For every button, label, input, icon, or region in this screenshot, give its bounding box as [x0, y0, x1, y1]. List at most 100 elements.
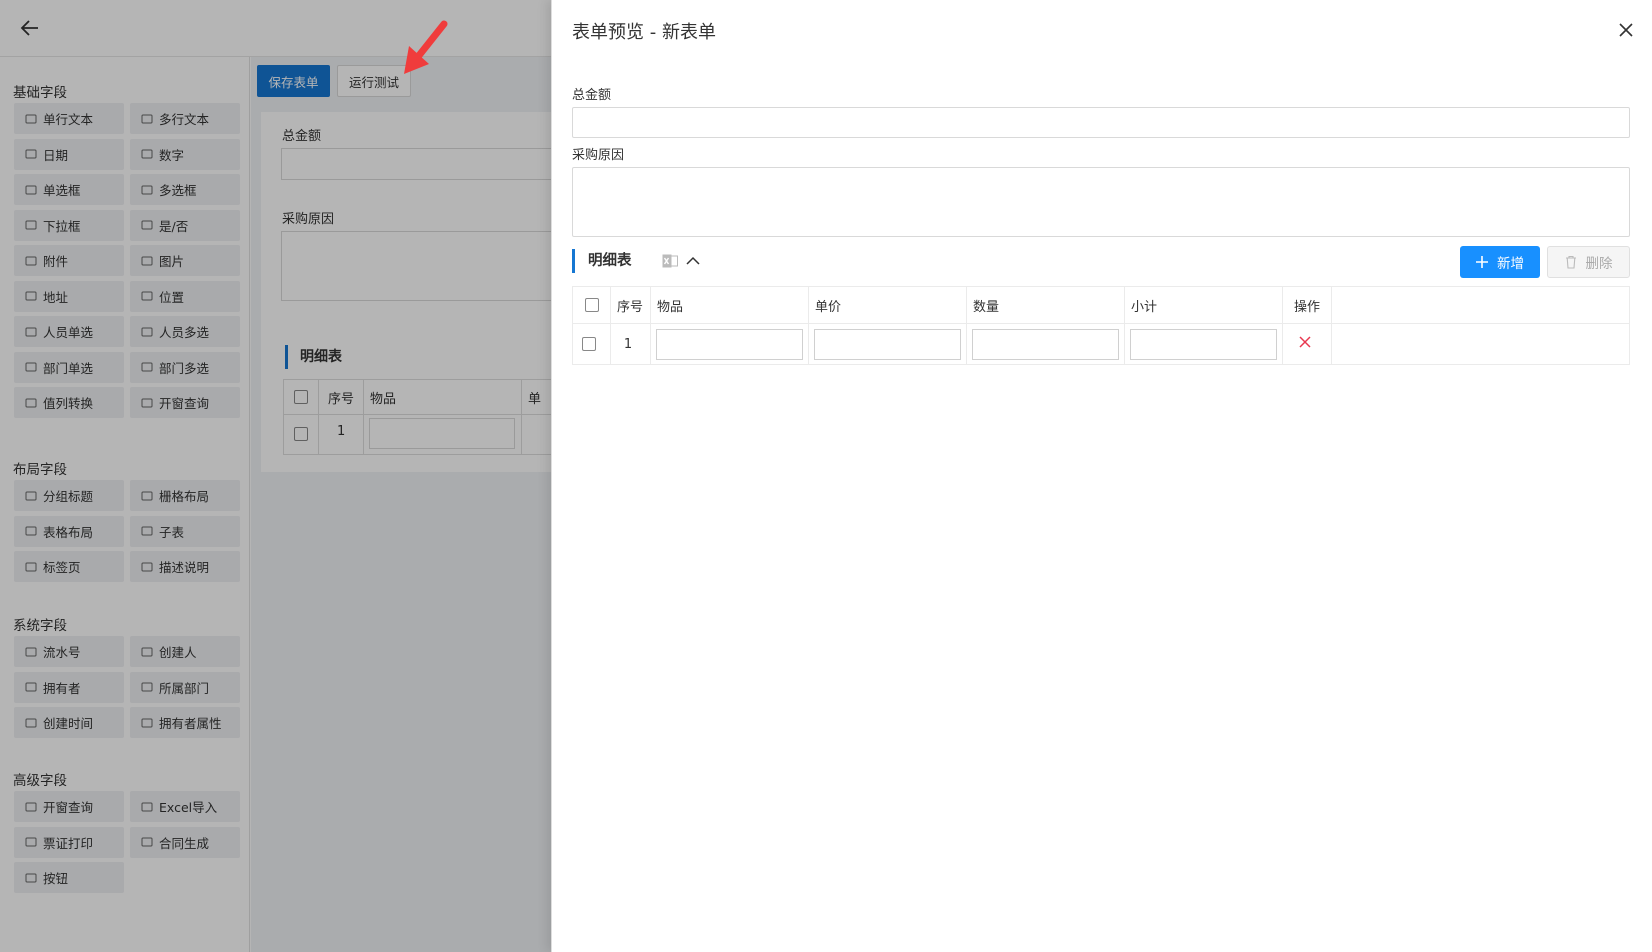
palette-field-button[interactable]: 子表 — [130, 515, 240, 547]
canvas-cell-input[interactable] — [369, 418, 515, 449]
palette-field-button[interactable]: 票证打印 — [14, 826, 124, 858]
palette-field-button[interactable]: 部门多选 — [130, 351, 240, 383]
palette-field-label: 所属部门 — [159, 680, 210, 696]
excel-icon[interactable] — [662, 254, 678, 268]
delete-row-icon[interactable] — [1298, 336, 1311, 348]
save-form-button[interactable]: 保存表单 — [257, 65, 330, 97]
item-cell — [650, 323, 809, 365]
palette-field-label: 附件 — [43, 254, 69, 269]
canvas-row-index: 1 — [337, 424, 346, 439]
palette-field-label: 表格布局 — [43, 524, 94, 540]
palette-field-button[interactable]: 按钮 — [14, 862, 124, 893]
subtotal-input[interactable] — [1130, 328, 1277, 360]
palette-field-button[interactable]: 开窗查询 — [130, 387, 240, 418]
palette-field-button[interactable]: 分组标题 — [14, 480, 124, 511]
item-input[interactable] — [656, 328, 803, 360]
canvas-subtable-title: 明细表 — [285, 345, 342, 369]
palette-field-button[interactable]: 创建时间 — [14, 707, 124, 738]
palette-field-button[interactable]: 单选框 — [14, 174, 124, 205]
palette-field-button[interactable]: 多行文本 — [130, 103, 240, 134]
row-select-cell — [572, 323, 611, 365]
palette-field-label: 流水号 — [43, 645, 81, 660]
row-index: 1 — [610, 323, 651, 365]
palette-field-label: 栅格布局 — [159, 489, 210, 504]
subtable-title: 明细表 — [572, 249, 632, 273]
palette-field-label: 子表 — [159, 524, 185, 540]
palette-field-button[interactable]: 栅格布局 — [130, 480, 240, 511]
unit-price-cell — [808, 323, 967, 365]
palette-field-button[interactable]: 单行文本 — [14, 103, 124, 134]
quantity-input[interactable] — [972, 328, 1119, 360]
palette-field-button[interactable]: 创建人 — [130, 636, 240, 667]
palette-group-title: 基础字段 — [13, 85, 67, 101]
palette-field-button[interactable]: 位置 — [130, 280, 240, 312]
table-row: 1 — [572, 323, 1630, 365]
canvas-col-header: 物品 — [370, 392, 397, 407]
palette-field-button[interactable]: 人员多选 — [130, 316, 240, 347]
palette-field-button[interactable]: 值列转换 — [14, 387, 124, 418]
palette-field-button[interactable]: 描述说明 — [130, 551, 240, 582]
palette-field-label: 位置 — [159, 289, 185, 305]
palette-field-button[interactable]: 部门单选 — [14, 351, 124, 383]
canvas-field-label: 总金额 — [282, 129, 322, 144]
chevron-up-icon[interactable] — [684, 252, 702, 270]
canvas-field-label: 采购原因 — [282, 212, 335, 227]
palette-field-label: 人员多选 — [159, 325, 210, 340]
palette-field-button[interactable]: Excel导入 — [130, 791, 240, 822]
palette-field-button[interactable]: 拥有者属性 — [130, 707, 240, 738]
palette-field-button[interactable]: 日期 — [14, 138, 124, 170]
palette-field-button[interactable]: 流水号 — [14, 636, 124, 667]
add-row-button[interactable]: 新增 — [1460, 246, 1540, 278]
back-arrow-icon[interactable] — [18, 16, 42, 40]
action-cell — [1282, 323, 1332, 365]
palette-field-label: 人员单选 — [43, 325, 94, 340]
delete-rows-label: 删除 — [1585, 256, 1613, 272]
delete-rows-button[interactable]: 删除 — [1547, 246, 1630, 278]
palette-field-button[interactable]: 图片 — [130, 245, 240, 276]
palette-field-label: 下拉框 — [43, 218, 81, 234]
plus-icon — [1476, 256, 1488, 268]
amount-input[interactable] — [572, 107, 1630, 138]
canvas-row-checkbox[interactable] — [294, 427, 308, 441]
canvas-reason-input[interactable] — [281, 231, 561, 301]
palette-field-button[interactable]: 附件 — [14, 245, 124, 276]
field-palette: 基础字段单行文本 多行文本日期 数字单选框 多选框下拉框 是/否附件 图片 地址 位置人员单选… — [0, 57, 250, 952]
palette-field-label: 部门单选 — [43, 360, 94, 376]
palette-field-label: 多行文本 — [159, 112, 210, 127]
palette-field-button[interactable]: 开窗查询 — [14, 791, 124, 822]
unit-price-input[interactable] — [814, 328, 961, 360]
palette-field-label: 开窗查询 — [159, 396, 210, 411]
palette-field-button[interactable]: 人员单选 — [14, 316, 124, 347]
palette-field-button[interactable]: 表格布局 — [14, 515, 124, 547]
palette-field-button[interactable]: 所属部门 — [130, 671, 240, 703]
palette-field-button[interactable]: 标签页 — [14, 551, 124, 582]
palette-field-label: 开窗查询 — [43, 800, 94, 815]
palette-field-label: 按钮 — [43, 871, 69, 886]
canvas-select-all-checkbox[interactable] — [294, 390, 308, 404]
palette-field-button[interactable]: 合同生成 — [130, 826, 240, 858]
palette-field-button[interactable]: 地址 — [14, 280, 124, 312]
palette-field-label: 单选框 — [43, 183, 81, 198]
palette-field-label: 是/否 — [159, 218, 189, 234]
reason-label: 采购原因 — [572, 148, 625, 163]
palette-field-button[interactable]: 下拉框 — [14, 209, 124, 241]
col-header-unit-price: 单价 — [808, 286, 967, 324]
palette-field-label: 拥有者属性 — [159, 716, 222, 731]
palette-field-button[interactable]: 多选框 — [130, 174, 240, 205]
palette-field-button[interactable]: 是/否 — [130, 209, 240, 241]
canvas-amount-input[interactable] — [281, 148, 561, 180]
select-all-cell — [572, 286, 611, 324]
canvas-col-header: 单 — [528, 392, 542, 407]
col-header-index: 序号 — [610, 286, 651, 324]
select-all-checkbox[interactable] — [584, 298, 599, 312]
col-header-item: 物品 — [650, 286, 809, 324]
palette-field-label: 创建时间 — [43, 716, 94, 731]
palette-field-button[interactable]: 拥有者 — [14, 671, 124, 703]
palette-field-button[interactable]: 数字 — [130, 138, 240, 170]
row-checkbox[interactable] — [582, 337, 596, 351]
col-header-action: 操作 — [1282, 286, 1332, 324]
reason-textarea[interactable] — [572, 167, 1630, 237]
amount-label: 总金额 — [572, 88, 612, 103]
palette-field-label: 单行文本 — [43, 112, 94, 127]
close-icon[interactable] — [1616, 20, 1636, 40]
